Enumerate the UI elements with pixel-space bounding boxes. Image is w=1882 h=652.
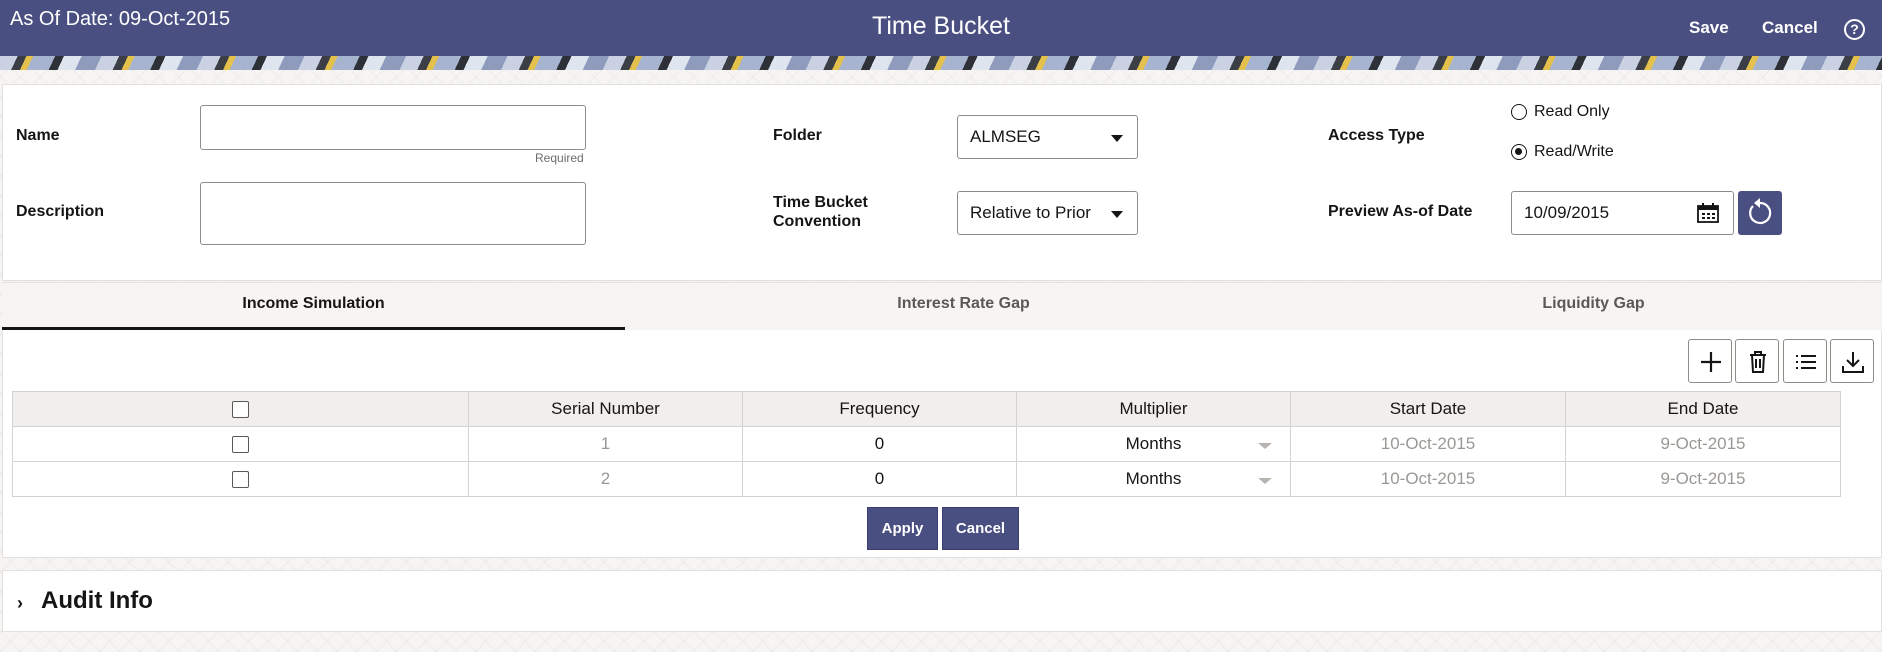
tab-interest-rate-gap[interactable]: Interest Rate Gap — [652, 283, 1275, 331]
start-date-cell: 10-Oct-2015 — [1290, 461, 1566, 497]
refresh-icon — [1749, 198, 1772, 225]
help-icon[interactable]: ? — [1844, 19, 1865, 40]
end-date-cell: 9-Oct-2015 — [1565, 426, 1841, 462]
page-title: Time Bucket — [871, 12, 1010, 40]
select-all-checkbox[interactable] — [232, 401, 249, 419]
convention-label-line2: Convention — [773, 213, 861, 230]
start-date-cell: 10-Oct-2015 — [1290, 426, 1566, 462]
description-input[interactable] — [200, 182, 586, 245]
serial-cell: 1 — [468, 426, 743, 462]
name-input[interactable] — [200, 105, 586, 150]
list-icon — [1796, 355, 1816, 369]
row-select-cell — [12, 426, 469, 462]
table-header-row: Serial Number Frequency Multiplier Start… — [12, 391, 1841, 427]
calendar-icon[interactable] — [1697, 203, 1719, 223]
select-all-header — [12, 391, 469, 427]
radio-circle[interactable] — [1511, 104, 1527, 120]
frequency-cell[interactable]: 0 — [742, 426, 1017, 462]
preview-date-label: Preview As-of Date — [1328, 203, 1473, 220]
folder-value: ALMSEG — [970, 127, 1041, 146]
list-view-button[interactable] — [1783, 339, 1827, 383]
column-header-end-date[interactable]: End Date — [1565, 391, 1841, 427]
multiplier-value: Months — [1125, 434, 1182, 453]
frequency-cell[interactable]: 0 — [742, 461, 1017, 497]
radio-circle-selected[interactable] — [1511, 144, 1527, 160]
apply-button[interactable]: Apply — [867, 507, 938, 550]
tab-bar: Income Simulation Interest Rate Gap Liqu… — [2, 282, 1882, 331]
tab-liquidity-gap[interactable]: Liquidity Gap — [1282, 283, 1882, 331]
download-button[interactable] — [1830, 339, 1874, 383]
table-row: 2 0 Months 10-Oct-2015 9-Oct-2015 — [12, 461, 1841, 497]
column-header-start-date[interactable]: Start Date — [1290, 391, 1566, 427]
page-header: As Of Date: 09-Oct-2015 Time Bucket Save… — [0, 0, 1882, 70]
header-decoration — [0, 56, 1882, 70]
convention-select[interactable]: Relative to Prior — [957, 191, 1138, 235]
folder-label: Folder — [773, 127, 822, 144]
convention-label-line1: Time Bucket — [773, 194, 868, 211]
required-hint: Required — [535, 151, 584, 165]
multiplier-value: Months — [1125, 469, 1182, 488]
row-checkbox[interactable] — [232, 471, 249, 489]
serial-cell: 2 — [468, 461, 743, 497]
multiplier-cell[interactable]: Months — [1016, 426, 1291, 462]
radio-read-only[interactable]: Read Only — [1511, 103, 1610, 121]
caret-down-icon[interactable] — [1258, 443, 1272, 449]
grid-cancel-button[interactable]: Cancel — [942, 507, 1019, 550]
chevron-right-icon[interactable]: › — [17, 593, 23, 614]
delete-row-button[interactable] — [1735, 339, 1779, 383]
audit-info-title[interactable]: Audit Info — [41, 587, 153, 615]
download-icon — [1842, 352, 1864, 373]
add-row-button[interactable] — [1688, 339, 1732, 383]
row-checkbox[interactable] — [232, 436, 249, 454]
end-date-cell: 9-Oct-2015 — [1565, 461, 1841, 497]
caret-down-icon — [1111, 135, 1123, 142]
radio-label-read-only: Read Only — [1534, 103, 1610, 120]
refresh-button[interactable] — [1738, 191, 1782, 235]
table-row: 1 0 Months 10-Oct-2015 9-Oct-2015 — [12, 426, 1841, 462]
caret-down-icon — [1111, 211, 1123, 218]
tab-income-simulation[interactable]: Income Simulation — [2, 283, 625, 331]
audit-info-section[interactable]: › Audit Info — [2, 570, 1882, 632]
radio-label-read-write: Read/Write — [1534, 143, 1614, 160]
column-header-multiplier[interactable]: Multiplier — [1016, 391, 1291, 427]
convention-label: Time Bucket Convention — [773, 193, 868, 231]
folder-select[interactable]: ALMSEG — [957, 115, 1138, 159]
preview-date-input[interactable]: 10/09/2015 — [1511, 191, 1734, 235]
name-label: Name — [16, 127, 60, 144]
row-select-cell — [12, 461, 469, 497]
column-header-serial-number[interactable]: Serial Number — [468, 391, 743, 427]
radio-read-write[interactable]: Read/Write — [1511, 143, 1614, 161]
header-cancel-button[interactable]: Cancel — [1762, 18, 1818, 38]
buckets-table: Serial Number Frequency Multiplier Start… — [12, 391, 1841, 497]
description-label: Description — [16, 203, 105, 220]
caret-down-icon[interactable] — [1258, 478, 1272, 484]
convention-value: Relative to Prior — [970, 203, 1091, 222]
save-button[interactable]: Save — [1689, 18, 1729, 38]
multiplier-cell[interactable]: Months — [1016, 461, 1291, 497]
add-icon — [1701, 352, 1721, 372]
access-type-label: Access Type — [1328, 127, 1425, 144]
delete-icon — [1750, 351, 1766, 373]
details-panel: Name Required Description Folder ALMSEG … — [2, 84, 1882, 281]
preview-date-value: 10/09/2015 — [1524, 203, 1610, 222]
column-header-frequency[interactable]: Frequency — [742, 391, 1017, 427]
